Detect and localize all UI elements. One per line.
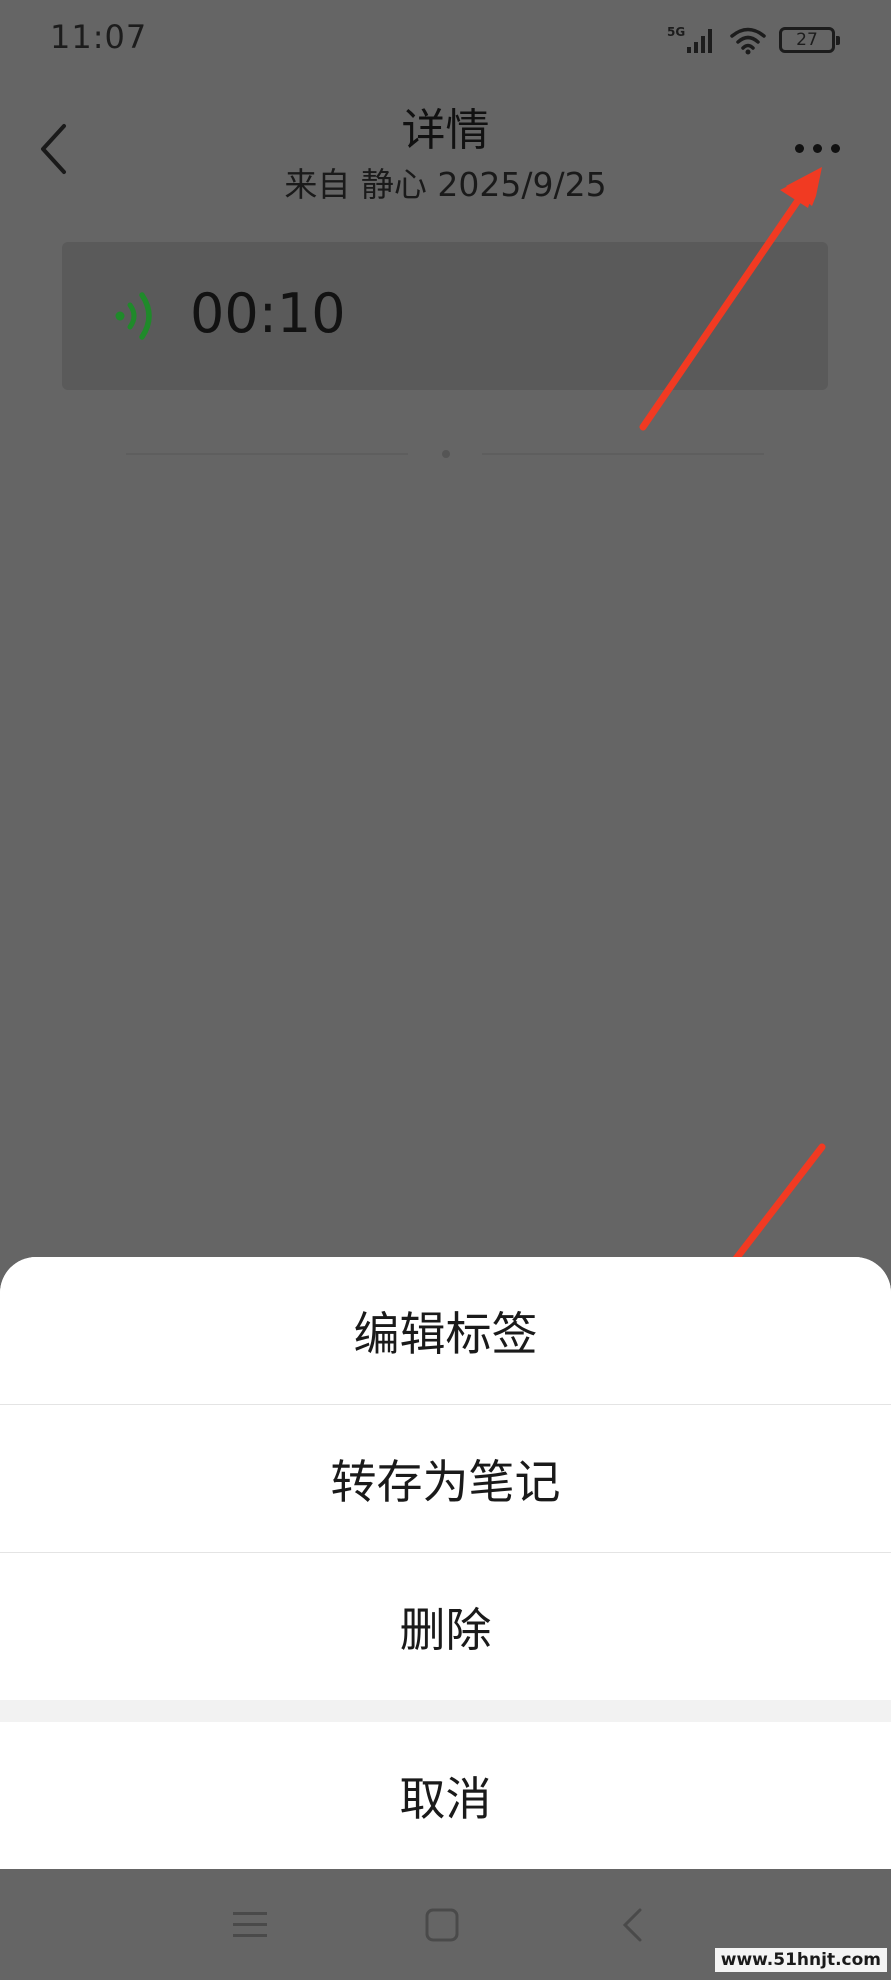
- save-as-note-option[interactable]: 转存为笔记: [0, 1405, 891, 1552]
- home-icon: [425, 1908, 459, 1942]
- back-icon: [622, 1908, 642, 1942]
- status-time: 11:07: [50, 18, 148, 56]
- edit-tags-option[interactable]: 编辑标签: [0, 1257, 891, 1404]
- status-bar: 11:07 5G 27: [0, 0, 891, 80]
- action-sheet: 编辑标签 转存为笔记 删除 取消: [0, 1257, 891, 1869]
- watermark: www.51hnjt.com: [714, 1948, 887, 1972]
- divider-line-left: [126, 453, 408, 455]
- page-subtitle: 来自 静心 2025/9/25: [284, 165, 607, 204]
- wifi-icon: [730, 27, 766, 55]
- system-nav-bar: www.51hnjt.com: [0, 1869, 891, 1980]
- status-icons: 5G 27: [667, 22, 840, 58]
- recent-apps-button[interactable]: [220, 1897, 280, 1953]
- home-button[interactable]: [412, 1897, 472, 1953]
- voice-message-card[interactable]: 00:10: [62, 242, 828, 390]
- more-dot: [812, 143, 822, 153]
- voice-duration: 00:10: [190, 282, 346, 345]
- sheet-gap: [0, 1700, 891, 1722]
- menu-icon: [233, 1912, 267, 1937]
- back-nav-button[interactable]: [602, 1897, 662, 1953]
- divider-line-right: [482, 453, 764, 455]
- more-horizontal-icon: [794, 143, 804, 153]
- cancel-button[interactable]: 取消: [0, 1722, 891, 1869]
- voice-wave-icon: [115, 292, 152, 340]
- delete-option[interactable]: 删除: [0, 1553, 891, 1700]
- divider-dot: [442, 450, 450, 458]
- more-dot: [830, 143, 840, 153]
- battery-icon: 27: [779, 27, 840, 53]
- more-button[interactable]: [782, 128, 852, 168]
- svg-text:5G: 5G: [667, 25, 685, 39]
- page-title: 详情: [401, 105, 490, 156]
- signal-icon: 5G: [667, 25, 712, 53]
